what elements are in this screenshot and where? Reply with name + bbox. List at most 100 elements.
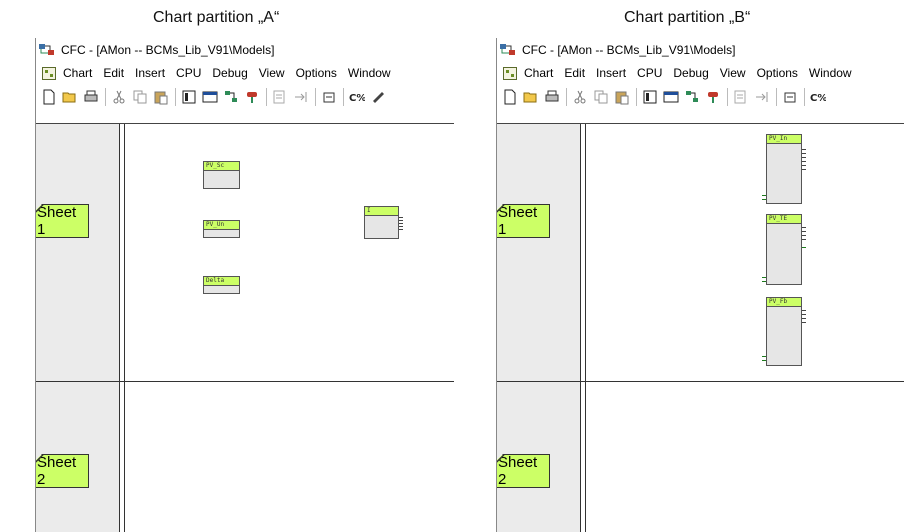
toolbar: C% [497, 84, 904, 110]
toolbar-separator [804, 88, 805, 106]
menu-debug[interactable]: Debug [673, 66, 708, 80]
sheet-bar-icon[interactable] [321, 89, 337, 105]
toolbar-separator [636, 88, 637, 106]
function-block[interactable]: I [364, 206, 403, 239]
chart-menu-icon[interactable] [42, 66, 56, 80]
compile-icon[interactable] [733, 89, 749, 105]
sheet-2-tab[interactable]: Sheet 2 [497, 454, 550, 488]
menu-cpu[interactable]: CPU [637, 66, 662, 80]
caption-partition-a: Chart partition „A“ [153, 9, 280, 26]
menu-view[interactable]: View [720, 66, 746, 80]
go-to-icon[interactable] [293, 89, 309, 105]
compile-icon[interactable] [272, 89, 288, 105]
compare-icon[interactable]: C% [810, 89, 827, 105]
output-pin [802, 153, 806, 154]
function-block[interactable]: PV_Un [203, 220, 240, 238]
chart-canvas[interactable]: Sheet 1 Sheet 2 PV_Sc PV_Un Delta I [36, 123, 454, 532]
menu-chart[interactable]: Chart [63, 66, 92, 80]
cfc-app-icon [499, 42, 517, 58]
overview-icon[interactable] [202, 89, 218, 105]
output-pin [802, 169, 806, 170]
output-pin [399, 229, 403, 230]
function-block[interactable]: PV_TE [762, 214, 806, 285]
print-icon[interactable] [544, 89, 560, 105]
new-file-icon[interactable] [41, 89, 57, 105]
menu-window[interactable]: Window [809, 66, 852, 80]
block-name: PV_Sc [204, 162, 239, 171]
print-icon[interactable] [83, 89, 99, 105]
chart-canvas[interactable]: Sheet 1 Sheet 2 PV_In PV_TE PV_Fb [497, 123, 904, 532]
toolbar-separator [566, 88, 567, 106]
output-pin [802, 235, 806, 236]
cut-icon[interactable] [572, 89, 588, 105]
toolbar-separator [266, 88, 267, 106]
output-pin [399, 226, 403, 227]
chart-menu-icon[interactable] [503, 66, 517, 80]
menu-debug[interactable]: Debug [212, 66, 247, 80]
function-block[interactable]: PV_In [762, 134, 806, 204]
go-to-icon[interactable] [754, 89, 770, 105]
menu-options[interactable]: Options [296, 66, 337, 80]
function-block[interactable]: PV_Sc [203, 161, 240, 189]
output-pin [802, 149, 806, 150]
sheet-1-tab[interactable]: Sheet 1 [497, 204, 550, 238]
menu-edit[interactable]: Edit [564, 66, 585, 80]
function-block[interactable]: PV_Fb [762, 297, 806, 366]
svg-text:C%: C% [810, 93, 826, 104]
sheet-2-tab[interactable]: Sheet 2 [36, 454, 89, 488]
input-pin [762, 281, 766, 282]
cfc-window-a: CFC - [AMon -- BCMs_Lib_V91\Models] Char… [35, 38, 454, 532]
input-pin [762, 277, 766, 278]
input-pin [762, 199, 766, 200]
menu-edit[interactable]: Edit [103, 66, 124, 80]
menu-options[interactable]: Options [757, 66, 798, 80]
open-folder-icon[interactable] [523, 89, 539, 105]
menu-bar: Chart Edit Insert CPU Debug View Options… [497, 62, 904, 84]
catalog-icon[interactable] [642, 89, 658, 105]
output-pin [802, 314, 806, 315]
block-name: PV_Fb [767, 298, 801, 307]
caption-partition-b: Chart partition „B“ [624, 9, 751, 26]
output-pin [802, 161, 806, 162]
toolbar-separator [343, 88, 344, 106]
copy-icon[interactable] [132, 89, 148, 105]
menu-window[interactable]: Window [348, 66, 391, 80]
function-block[interactable]: Delta [203, 276, 240, 294]
sheet-2-label: Sheet 2 [37, 454, 77, 488]
menu-view[interactable]: View [259, 66, 285, 80]
open-folder-icon[interactable] [62, 89, 78, 105]
sheet-2-label: Sheet 2 [498, 454, 538, 488]
input-pin [762, 356, 766, 357]
menu-chart[interactable]: Chart [524, 66, 553, 80]
block-icon[interactable] [684, 89, 700, 105]
window-title: CFC - [AMon -- BCMs_Lib_V91\Models] [61, 43, 275, 57]
menu-cpu[interactable]: CPU [176, 66, 201, 80]
output-pin [802, 247, 806, 248]
toolbar-separator [315, 88, 316, 106]
sheet-bar-icon[interactable] [782, 89, 798, 105]
menu-insert[interactable]: Insert [596, 66, 626, 80]
sheet-1-tab[interactable]: Sheet 1 [36, 204, 89, 238]
title-bar: CFC - [AMon -- BCMs_Lib_V91\Models] [497, 38, 904, 62]
new-file-icon[interactable] [502, 89, 518, 105]
block-name: PV_TE [767, 215, 801, 224]
block-name: Delta [204, 277, 239, 286]
connect-icon[interactable] [244, 89, 260, 105]
test-mode-icon[interactable] [370, 89, 386, 105]
block-icon[interactable] [223, 89, 239, 105]
input-pin [762, 360, 766, 361]
paste-icon[interactable] [153, 89, 169, 105]
window-title: CFC - [AMon -- BCMs_Lib_V91\Models] [522, 43, 736, 57]
compare-icon[interactable]: C% [349, 89, 366, 105]
menu-insert[interactable]: Insert [135, 66, 165, 80]
sheet-1-label: Sheet 1 [37, 204, 77, 238]
cut-icon[interactable] [111, 89, 127, 105]
catalog-icon[interactable] [181, 89, 197, 105]
paste-icon[interactable] [614, 89, 630, 105]
connect-icon[interactable] [705, 89, 721, 105]
overview-icon[interactable] [663, 89, 679, 105]
copy-icon[interactable] [593, 89, 609, 105]
toolbar-separator [175, 88, 176, 106]
sheet-border [585, 124, 586, 532]
cfc-app-icon [38, 42, 56, 58]
